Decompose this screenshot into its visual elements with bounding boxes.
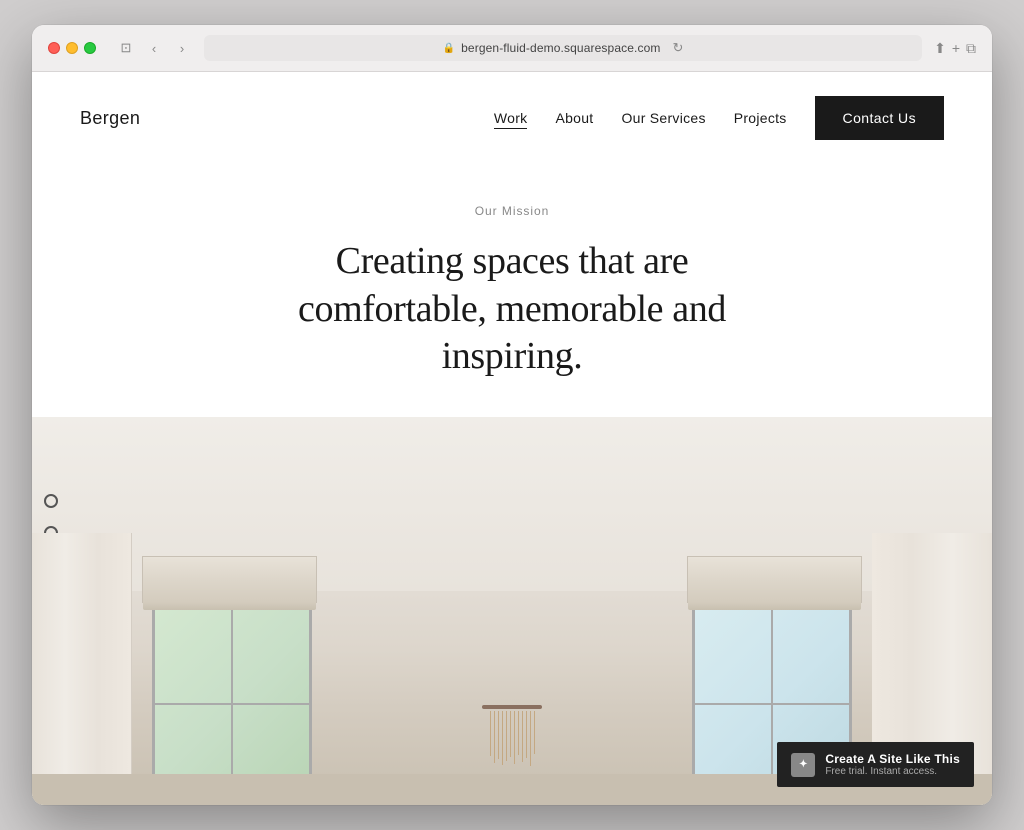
back-button[interactable]: ‹ bbox=[144, 38, 164, 58]
mission-label: Our Mission bbox=[80, 204, 944, 218]
browser-window: ⊡ ‹ › 🔒 bergen-fluid-demo.squarespace.co… bbox=[32, 25, 992, 805]
room-image-section: ✦ Create A Site Like This Free trial. In… bbox=[32, 417, 992, 806]
nav-links: Work About Our Services Projects Contact… bbox=[494, 96, 944, 140]
roman-shade-left bbox=[142, 556, 317, 603]
traffic-lights bbox=[48, 42, 96, 54]
hanging-string bbox=[510, 711, 511, 757]
hanging-string bbox=[522, 711, 523, 762]
maximize-button[interactable] bbox=[84, 42, 96, 54]
badge-subtitle: Free trial. Instant access. bbox=[825, 766, 960, 777]
hanging-rod bbox=[482, 705, 542, 709]
curtain-ring bbox=[44, 494, 58, 508]
nav-link-projects[interactable]: Projects bbox=[734, 110, 787, 126]
hero-headline: Creating spaces that are comfortable, me… bbox=[252, 238, 772, 381]
hanging-string bbox=[506, 711, 507, 761]
lock-icon: 🔒 bbox=[443, 43, 455, 54]
headline-line-3: inspiring. bbox=[442, 335, 583, 377]
hanging-string bbox=[498, 711, 499, 759]
roman-shade-right bbox=[687, 556, 862, 603]
squarespace-logo-icon: ✦ bbox=[791, 753, 815, 777]
hanging-string bbox=[514, 711, 515, 764]
hanging-string bbox=[502, 711, 503, 765]
curtain-left bbox=[32, 417, 162, 806]
minimize-button[interactable] bbox=[66, 42, 78, 54]
headline-line-1: Creating spaces that are bbox=[336, 240, 689, 282]
wall-hanging bbox=[472, 705, 552, 766]
forward-button[interactable]: › bbox=[172, 38, 192, 58]
share-button[interactable]: ⬆ bbox=[934, 40, 946, 57]
browser-content: Bergen Work About Our Services Projects … bbox=[32, 72, 992, 805]
contact-us-button[interactable]: Contact Us bbox=[815, 96, 944, 140]
close-button[interactable] bbox=[48, 42, 60, 54]
site-navigation: Bergen Work About Our Services Projects … bbox=[32, 72, 992, 164]
url-text: bergen-fluid-demo.squarespace.com bbox=[461, 41, 660, 55]
add-tab-button[interactable]: + bbox=[952, 40, 960, 56]
tab-icon[interactable]: ⊡ bbox=[116, 38, 136, 58]
browser-chrome: ⊡ ‹ › 🔒 bergen-fluid-demo.squarespace.co… bbox=[32, 25, 992, 72]
browser-actions: ⬆ + ⧉ bbox=[934, 40, 976, 57]
badge-title: Create A Site Like This bbox=[825, 752, 960, 766]
hanging-string bbox=[534, 711, 535, 754]
hanging-strings bbox=[472, 711, 552, 766]
headline-line-2: comfortable, memorable and bbox=[298, 288, 726, 330]
room-image: ✦ Create A Site Like This Free trial. In… bbox=[32, 417, 992, 806]
browser-controls: ⊡ ‹ › bbox=[116, 38, 192, 58]
site-logo[interactable]: Bergen bbox=[80, 108, 140, 129]
curtain-fabric-left bbox=[32, 533, 132, 805]
hero-section: Our Mission Creating spaces that are com… bbox=[32, 164, 992, 417]
nav-link-about[interactable]: About bbox=[555, 110, 593, 126]
hanging-string bbox=[490, 711, 491, 756]
hanging-string bbox=[526, 711, 527, 758]
nav-link-our-services[interactable]: Our Services bbox=[621, 110, 705, 126]
hanging-string bbox=[494, 711, 495, 763]
squarespace-badge-text: Create A Site Like This Free trial. Inst… bbox=[825, 752, 960, 777]
squarespace-badge[interactable]: ✦ Create A Site Like This Free trial. In… bbox=[777, 742, 974, 787]
hanging-string bbox=[530, 711, 531, 766]
address-bar[interactable]: 🔒 bergen-fluid-demo.squarespace.com ↻ bbox=[204, 35, 922, 61]
nav-link-work[interactable]: Work bbox=[494, 110, 528, 126]
hanging-string bbox=[518, 711, 519, 755]
reload-button[interactable]: ↻ bbox=[673, 40, 684, 56]
tab-grid-button[interactable]: ⧉ bbox=[966, 40, 976, 57]
